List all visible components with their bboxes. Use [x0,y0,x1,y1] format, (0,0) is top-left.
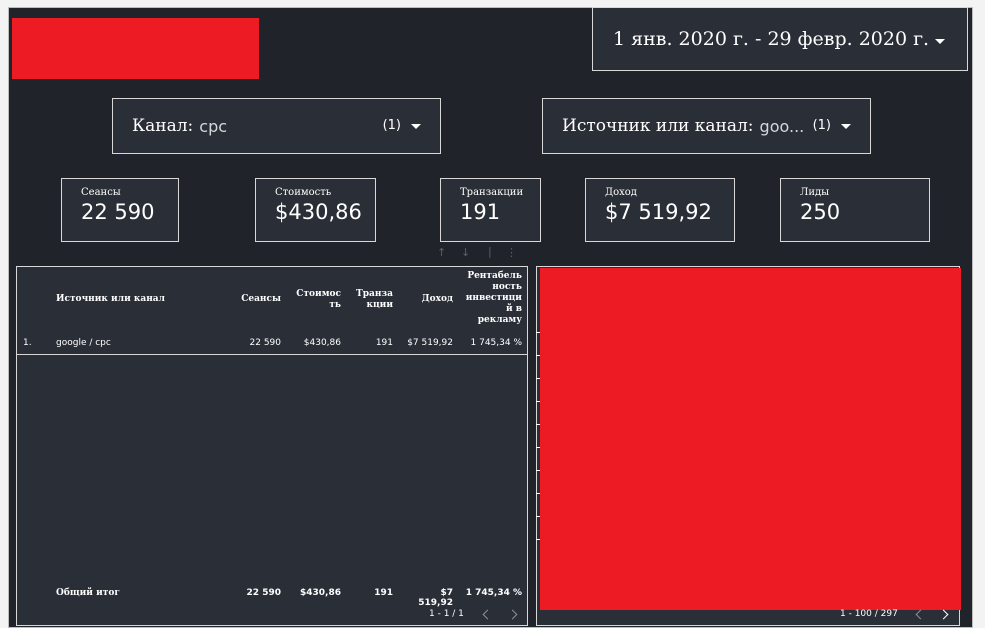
kpi-cost: Стоимость $430,86 [255,178,376,242]
row-roi: 1 745,34 % [470,338,523,348]
total-transactions: 191 [374,588,393,598]
table-pagination: 1 - 1 / 1 [429,609,464,619]
kpi-sessions: Сеансы 22 590 [61,178,179,242]
total-sessions: 22 590 [246,588,281,598]
col-header-cost-line1: Стоимос [296,289,341,299]
date-range-picker[interactable]: 1 янв. 2020 г. - 29 февр. 2020 г. [592,7,968,71]
kpi-value: 250 [800,200,841,224]
col-header-transactions[interactable]: Транза кции [347,289,393,311]
col-header-cost[interactable]: Стоимос ть [291,289,341,311]
kpi-value: $7 519,92 [605,200,712,224]
sort-up-icon[interactable]: ↑ [437,246,446,259]
row-index: 1. [23,338,32,348]
filter-channel-value: cpc [199,116,228,136]
sort-down-icon[interactable]: ↓ [461,246,470,259]
kpi-value: 22 590 [81,200,155,224]
col-header-sessions[interactable]: Сеансы [237,294,281,305]
total-label: Общий итог [56,588,120,598]
kpi-label: Сеансы [81,187,121,198]
source-medium-table: Источник или канал Сеансы Стоимос ть Тра… [16,266,528,626]
date-dropdown-caret-icon [935,39,945,44]
col-header-roi[interactable]: Рентабель ность инвестици й в рекламу [453,271,522,326]
filter-channel-count: (1) [382,118,401,133]
filter-source-label: Источник или канал: [562,116,754,136]
date-range-label: 1 янв. 2020 г. - 29 февр. 2020 г. [613,28,930,50]
kpi-value: 191 [460,200,501,224]
row-sessions: 22 590 [249,338,282,348]
col-header-source[interactable]: Источник или канал [56,294,165,305]
col-header-roi-line5: рекламу [477,315,522,325]
col-header-roi-line2: ность [492,282,522,292]
col-header-revenue[interactable]: Доход [403,294,453,305]
divider: | [488,245,492,258]
kpi-label: Доход [605,187,637,198]
redacted-logo [12,18,259,79]
right-table-pagination: 1 - 100 / 297 [840,609,898,619]
filter-source-caret-icon [841,124,851,129]
row-revenue: $7 519,92 [407,338,453,348]
kpi-label: Лиды [800,187,830,198]
filter-channel-caret-icon [411,124,421,129]
kpi-value: $430,86 [275,200,362,224]
kpi-transactions: Транзакции 191 [440,178,541,242]
next-page-icon[interactable] [507,609,518,620]
col-header-cost-line2: ть [329,300,341,310]
filter-source-medium[interactable]: Источник или канал: goo... (1) [542,98,871,154]
col-header-transactions-line2: кции [366,300,394,310]
col-header-roi-line3: инвестици [465,293,522,303]
kpi-leads: Лиды 250 [780,178,930,242]
col-header-roi-line1: Рентабель [467,271,522,281]
row-transactions: 191 [375,338,393,348]
row-source[interactable]: google / cpc [56,338,111,348]
col-header-roi-line4: й в [505,304,522,314]
col-header-transactions-line1: Транза [356,289,393,299]
filter-source-count: (1) [812,118,831,133]
prev-page-icon[interactable] [482,609,493,620]
redacted-right-table [540,268,961,610]
more-vert-icon[interactable]: ⋮ [506,246,517,259]
kpi-revenue: Доход $7 519,92 [585,178,735,242]
filter-channel-label: Канал: [132,116,194,136]
filter-channel[interactable]: Канал: cpc (1) [112,98,441,154]
total-revenue: $7 519,92 [418,588,453,608]
filter-source-value: goo... [759,116,805,136]
kpi-label: Транзакции [460,187,524,198]
row-cost: $430,86 [303,338,341,348]
kpi-label: Стоимость [275,187,332,198]
row-separator [17,354,527,355]
total-cost: $430,86 [300,588,341,598]
total-roi: 1 745,34 % [465,588,522,598]
